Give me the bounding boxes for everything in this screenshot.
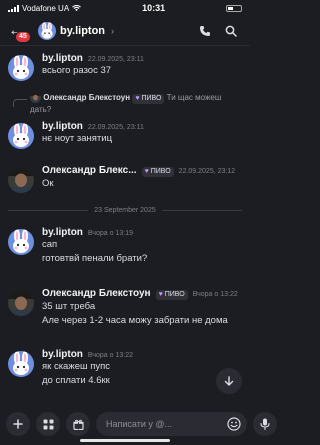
chevron-right-icon[interactable]: › (111, 26, 114, 36)
role-tag: ♥ ПИВО (141, 166, 174, 177)
phone-icon (200, 25, 210, 36)
unread-badge: 45 (15, 30, 31, 43)
clock: 10:31 (142, 3, 166, 13)
message[interactable]: Олександр Блекстоун ♥ ПИВО Вчора о 13:22 … (8, 288, 242, 332)
gift-icon (72, 419, 84, 430)
message-input[interactable] (96, 412, 247, 436)
message-input-wrap (96, 412, 247, 436)
heart-icon: ♥ (158, 291, 163, 298)
battery-icon (226, 4, 242, 12)
message-time: 22.09.2025, 23:11 (87, 56, 144, 63)
back-button[interactable]: ← 45 (8, 19, 34, 43)
avatar[interactable] (8, 123, 34, 149)
status-bar: Vodafone UA 10:31 (0, 0, 250, 16)
message-text: Але через 1-2 часа можу забрати не дома (42, 314, 228, 326)
voice-call-button[interactable] (194, 20, 216, 42)
avatar[interactable] (8, 167, 34, 193)
gift-button[interactable] (66, 412, 90, 436)
role-tag: ♥ ПИВО (132, 93, 165, 104)
heart-icon: ♥ (135, 95, 140, 102)
message-time: Вчора о 13:22 (87, 352, 133, 359)
chat-header: ← 45 by.lipton › (0, 16, 250, 46)
microphone-icon (260, 418, 270, 430)
wifi-icon (72, 4, 82, 11)
message-list[interactable]: by.lipton 22.09.2025, 23:11 всього разос… (0, 47, 250, 404)
date-divider-label: 23 September 2025 (94, 207, 156, 214)
reply-preview[interactable]: Олександр Блекстоун ♥ ПИВО Ти щас можеш д… (30, 92, 240, 115)
search-button[interactable] (220, 20, 242, 42)
message-text: всього разос 37 (42, 65, 112, 76)
message-text: готовтвй пенали брати? (42, 253, 148, 264)
reply-connector (13, 99, 27, 107)
message-author[interactable]: by.lipton (42, 349, 83, 360)
heart-icon: ♥ (144, 168, 149, 175)
signal-icon (8, 4, 19, 12)
chat-title[interactable]: by.lipton (60, 25, 105, 37)
message[interactable]: by.lipton 22.09.2025, 23:11 нє ноут заня… (8, 121, 242, 151)
message[interactable]: by.lipton Вчора о 13:22 як скажеш пупс д… (8, 349, 242, 395)
message-author[interactable]: by.lipton (42, 121, 83, 132)
avatar[interactable] (8, 55, 34, 81)
apps-button[interactable] (36, 412, 60, 436)
message[interactable]: by.lipton 22.09.2025, 23:11 всього разос… (8, 53, 242, 83)
date-divider: 23 September 2025 (8, 207, 242, 214)
search-icon (225, 25, 237, 37)
message-time: 22.09.2025, 23:11 (87, 124, 144, 131)
message-time: Вчора о 13:19 (87, 230, 133, 237)
reply-avatar (30, 92, 41, 103)
scroll-to-bottom-button[interactable] (216, 368, 242, 394)
message-text: сап (42, 239, 58, 250)
message[interactable]: by.lipton Вчора о 13:19 сап готовтвй пен… (8, 227, 242, 271)
message-author[interactable]: Олександр Блекс... (42, 165, 137, 176)
message-author[interactable]: by.lipton (42, 227, 83, 238)
message[interactable]: Олександр Блекс... ♥ ПИВО 22.09.2025, 23:… (8, 165, 242, 195)
emoji-icon[interactable] (227, 417, 241, 431)
home-indicator (80, 439, 170, 442)
carrier-label: Vodafone UA (22, 3, 70, 13)
status-left: Vodafone UA (8, 3, 82, 13)
message-author[interactable]: Олександр Блекстоун (42, 288, 151, 299)
apps-icon (43, 419, 53, 429)
message-text: нє ноут занятиц (42, 133, 113, 144)
avatar[interactable] (8, 351, 34, 377)
add-attachment-button[interactable] (6, 412, 30, 436)
message-time: 22.09.2025, 23:12 (178, 168, 236, 175)
message-composer (0, 410, 277, 438)
avatar[interactable] (8, 229, 34, 255)
message-text: як скажеш пупс (42, 361, 111, 372)
avatar[interactable] (8, 290, 34, 316)
voice-message-button[interactable] (253, 412, 277, 436)
header-avatar[interactable] (38, 22, 56, 40)
plus-icon (13, 419, 23, 429)
message-text: 35 шт треба (42, 300, 96, 312)
message-author[interactable]: by.lipton (42, 53, 83, 64)
message-text: до сплати 4.6кк (42, 375, 110, 386)
reply-author: Олександр Блекстоун (43, 93, 131, 102)
message-time: Вчора о 13:22 (192, 291, 238, 298)
chevron-down-icon (224, 376, 234, 386)
role-tag: ♥ ПИВО (155, 289, 188, 300)
message-text: Ок (42, 177, 54, 189)
